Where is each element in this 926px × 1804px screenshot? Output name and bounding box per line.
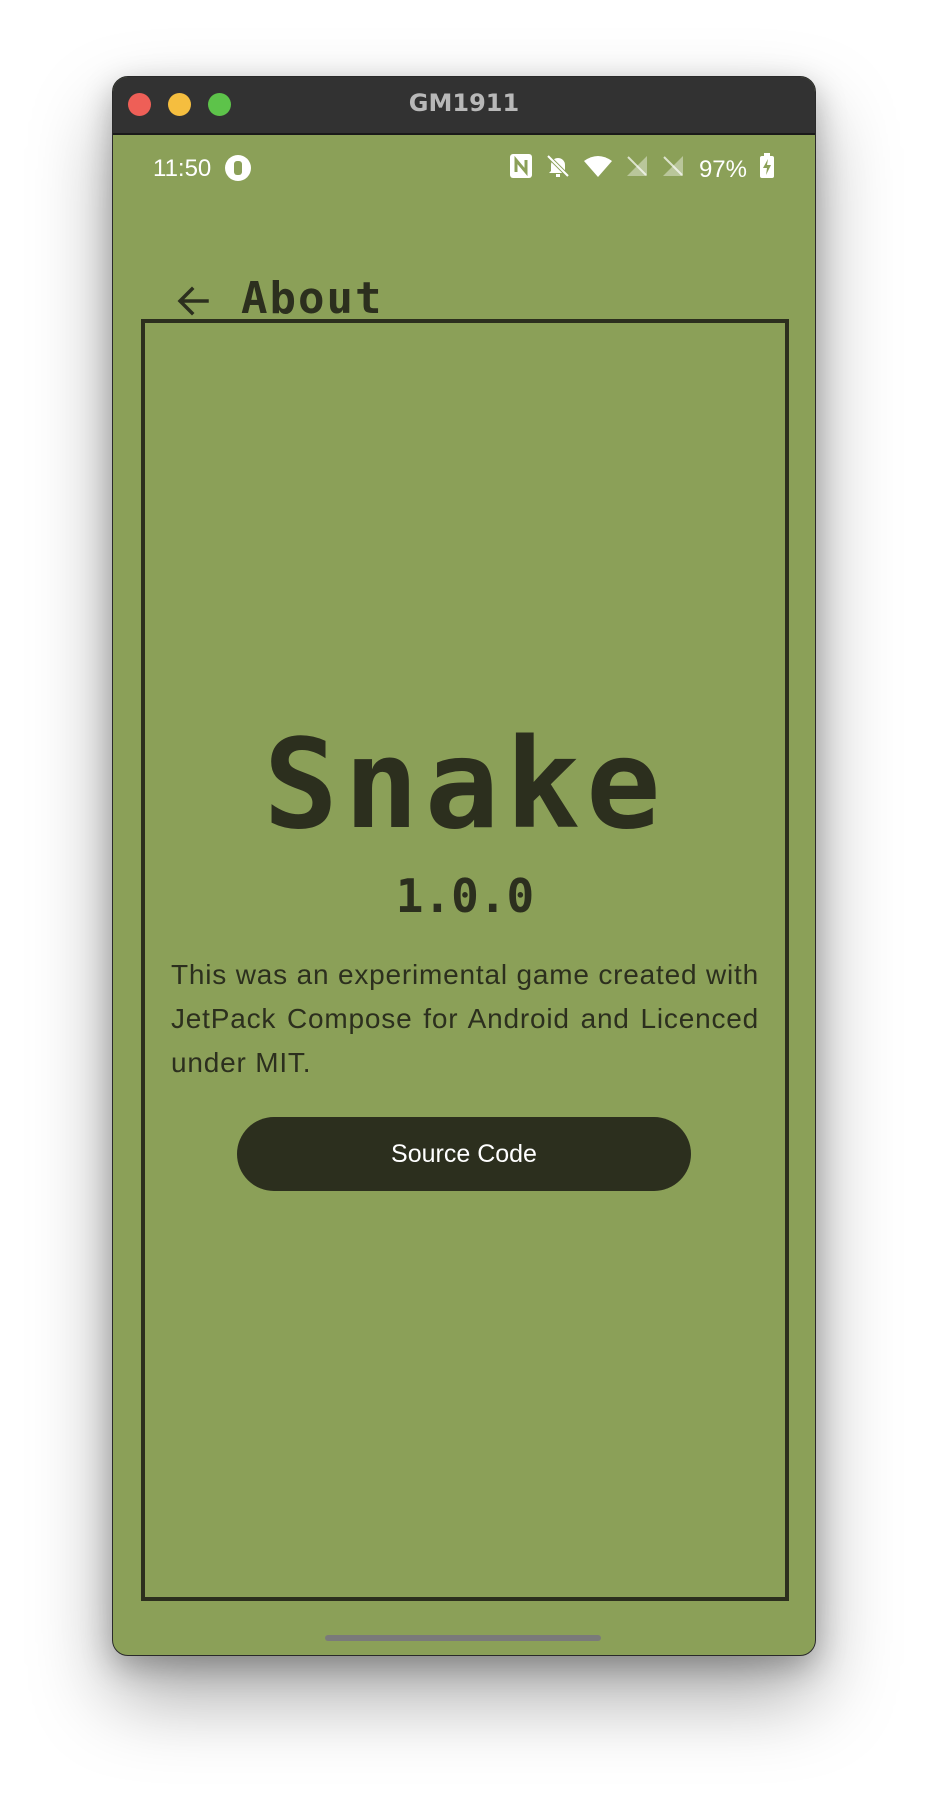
status-bar: 11:50 97% (113, 133, 815, 197)
device-window: GM1911 11:50 97% About Snake 1.0.0 This … (112, 76, 816, 1656)
page-title: About (241, 273, 384, 324)
app-notification-icon (225, 155, 251, 181)
game-title: Snake (263, 713, 667, 857)
about-description: This was an experimental game created wi… (171, 959, 759, 1078)
about-panel: Snake 1.0.0 This was an experimental gam… (141, 319, 789, 1601)
no-signal-icon (661, 154, 685, 185)
source-code-button[interactable]: Source Code (237, 1117, 691, 1191)
window-titlebar: GM1911 (113, 77, 815, 135)
home-indicator[interactable] (325, 1635, 601, 1641)
back-button[interactable] (173, 281, 213, 321)
window-title: GM1911 (408, 89, 520, 117)
status-time: 11:50 (153, 155, 212, 182)
mute-icon (545, 153, 571, 186)
arrow-back-icon (177, 286, 209, 316)
game-version: 1.0.0 (395, 869, 535, 923)
battery-percentage: 97% (698, 155, 747, 183)
wifi-icon (583, 154, 613, 185)
no-signal-icon (625, 154, 649, 185)
status-icons: 97% (509, 153, 775, 186)
battery-charging-icon (759, 153, 775, 186)
nfc-icon (509, 153, 533, 186)
